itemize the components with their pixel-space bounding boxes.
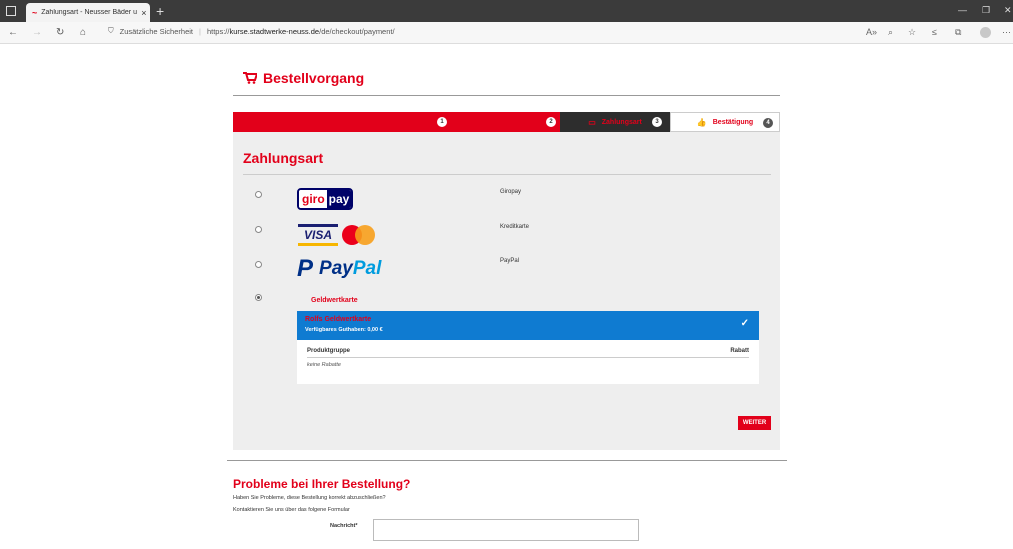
address-bar: ← → ↻ ⌂ ⛉ Zusätzliche Sicherheit | https…	[0, 22, 1013, 44]
problems-question: Haben Sie Probleme, diese Bestellung kor…	[233, 495, 386, 501]
mastercard-logo	[342, 224, 376, 246]
message-textarea[interactable]	[373, 519, 639, 541]
paypal-label: PayPal	[500, 258, 520, 264]
visa-logo: VISA	[298, 224, 338, 246]
step-payment-label: Zahlungsart	[601, 118, 642, 126]
kreditkarte-label: Kreditkarte	[500, 224, 530, 230]
col-rabatt: Rabatt	[730, 348, 749, 354]
radio-kreditkarte[interactable]	[255, 226, 262, 233]
favorites-list-icon[interactable]: ≤	[932, 27, 937, 37]
step-3-number: 3	[652, 117, 662, 127]
step-2-number: 2	[546, 117, 556, 127]
minimize-button[interactable]: —	[958, 5, 967, 15]
restore-button[interactable]: ❐	[982, 5, 990, 16]
tab-title: Zahlungsart - Neusser Bäder und	[41, 9, 138, 16]
window-menu-icon[interactable]	[6, 6, 16, 16]
security-label: Zusätzliche Sicherheit	[119, 26, 193, 36]
step-confirmation-label: Bestätigung	[712, 118, 754, 126]
page-title-text: Bestellvorgang	[263, 70, 365, 86]
bottom-divider	[227, 460, 787, 461]
payment-panel: Zahlungsart giro pay Giropay VISA Kredit…	[233, 132, 780, 450]
browser-tab-bar: ~ Zahlungsart - Neusser Bäder und × + — …	[0, 0, 1013, 22]
profile-avatar[interactable]	[980, 27, 991, 38]
geldwertkarte-card[interactable]: Rolfs Geldwertkarte Verfügbares Guthaben…	[297, 311, 759, 384]
refresh-icon[interactable]: ↻	[56, 27, 64, 38]
section-title: Zahlungsart	[243, 150, 324, 166]
radio-paypal[interactable]	[255, 261, 262, 268]
card-header[interactable]: Rolfs Geldwertkarte Verfügbares Guthaben…	[297, 311, 759, 340]
no-discount-text: keine Rabatte	[307, 362, 341, 368]
checkmark-icon: ✓	[740, 318, 749, 329]
section-divider	[243, 174, 771, 175]
more-menu-icon[interactable]: ⋯	[1002, 27, 1011, 38]
problems-contact: Kontaktieren Sie uns über das folgene Fo…	[233, 507, 350, 513]
giropay-logo: giro pay	[297, 188, 353, 210]
checkout-steps: 1 2 ▭ Zahlungsart 3 👍 Bestätigung 4	[233, 112, 780, 132]
message-label: Nachricht*	[330, 523, 358, 529]
shopping-cart-icon	[243, 72, 257, 84]
collections-icon[interactable]: ⧉	[955, 27, 961, 38]
url-field[interactable]: ⛉ Zusätzliche Sicherheit | https://kurse…	[108, 26, 395, 36]
card-balance: Verfügbares Guthaben: 0,00 €	[305, 327, 383, 333]
favorite-star-icon[interactable]: ☆	[908, 27, 916, 38]
thumbs-up-icon: 👍	[696, 117, 707, 127]
tab-close-icon[interactable]: ×	[141, 8, 146, 18]
problems-title: Probleme bei Ihrer Bestellung?	[233, 477, 411, 491]
back-arrow-icon[interactable]: ←	[8, 27, 18, 38]
read-aloud-icon[interactable]: A»	[866, 27, 877, 37]
site-favicon-icon: ~	[32, 7, 38, 18]
radio-geldwertkarte[interactable]	[255, 294, 262, 301]
step-1-2: 1 2	[233, 112, 560, 132]
close-window-button[interactable]: ✕	[1004, 5, 1012, 16]
paypal-logo: P PayPal	[297, 255, 382, 282]
url-text: https://kurse.stadtwerke-neuss.de/de/che…	[206, 26, 395, 36]
step-payment: ▭ Zahlungsart 3	[560, 112, 670, 132]
page-title: Bestellvorgang	[243, 70, 364, 86]
col-produktgruppe: Produktgruppe	[307, 348, 350, 354]
step-confirmation: 👍 Bestätigung 4	[670, 112, 780, 132]
giropay-label: Giropay	[500, 189, 522, 195]
title-divider	[233, 95, 780, 96]
browser-tab-active[interactable]: ~ Zahlungsart - Neusser Bäder und ×	[26, 3, 150, 22]
paypal-p-icon: P	[297, 255, 314, 282]
step-1-number: 1	[437, 117, 447, 127]
credit-card-icon: ▭	[588, 117, 596, 127]
discount-table-header: Produktgruppe Rabatt	[307, 348, 749, 358]
shield-icon: ⛉	[108, 26, 114, 35]
step-4-number: 4	[763, 118, 773, 128]
geldwertkarte-label: Geldwertkarte	[311, 297, 358, 304]
card-name: Rolfs Geldwertkarte	[305, 316, 372, 323]
home-icon[interactable]: ⌂	[80, 27, 86, 38]
url-separator: |	[199, 26, 201, 36]
new-tab-button[interactable]: +	[156, 3, 164, 19]
zoom-icon[interactable]: ⌕	[888, 27, 893, 38]
weiter-button[interactable]: WEITER	[738, 416, 771, 430]
forward-arrow-icon[interactable]: →	[32, 27, 42, 38]
radio-giropay[interactable]	[255, 191, 262, 198]
